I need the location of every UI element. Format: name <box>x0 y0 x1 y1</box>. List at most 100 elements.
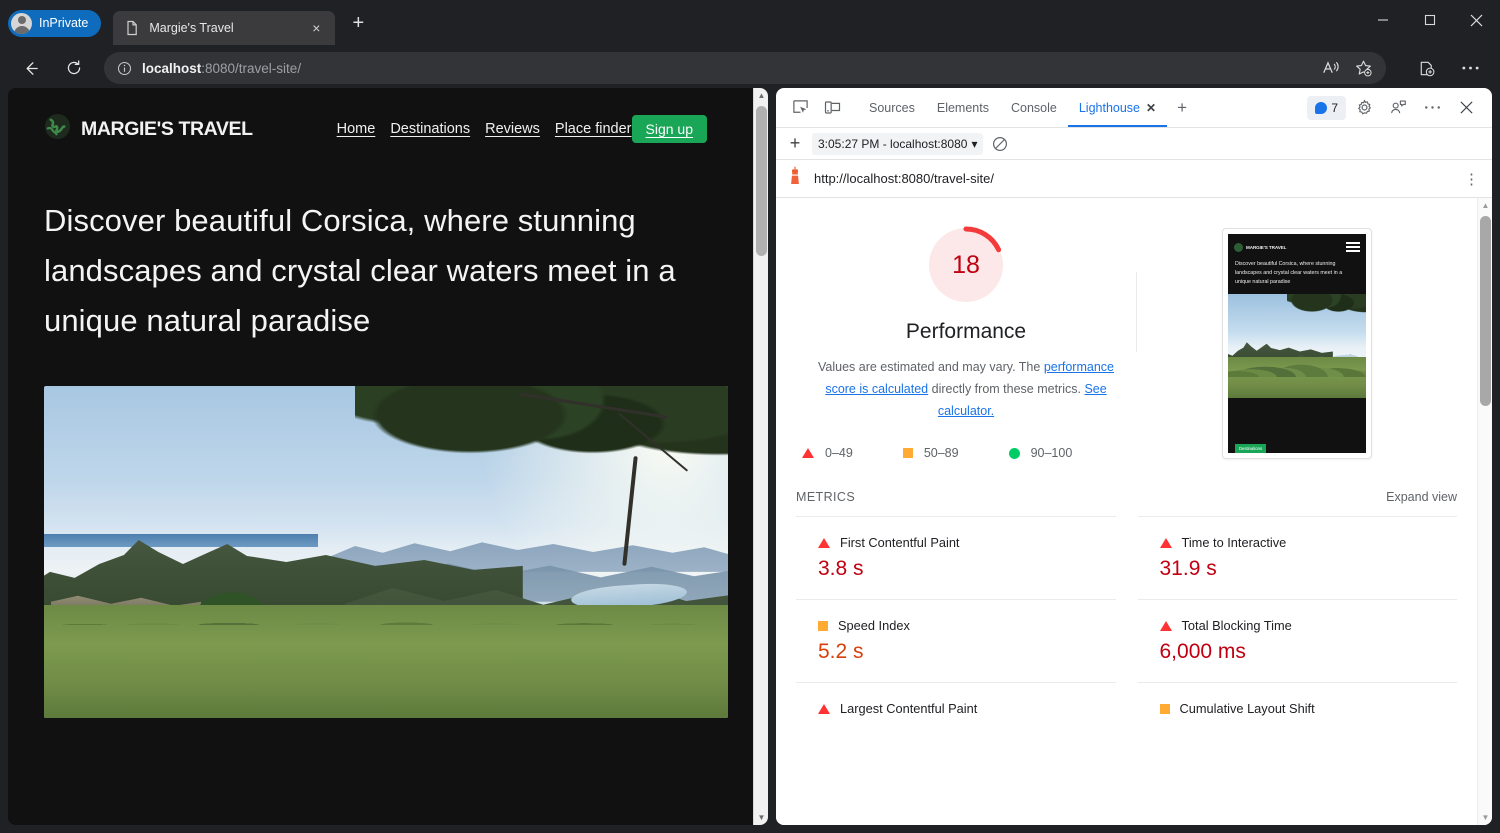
close-icon[interactable]: × <box>305 17 327 39</box>
metric-cumulative-layout-shift[interactable]: Cumulative Layout Shift <box>1138 682 1458 734</box>
hero-image <box>44 386 728 718</box>
tab-elements[interactable]: Elements <box>926 88 1000 127</box>
report-run-selector[interactable]: 3:05:27 PM - localhost:8080 ▾ <box>812 133 983 155</box>
gear-icon[interactable] <box>1350 94 1378 122</box>
lighthouse-icon <box>786 166 804 191</box>
minimize-icon[interactable] <box>1359 0 1406 40</box>
metric-first-contentful-paint[interactable]: First Contentful Paint 3.8 s <box>796 516 1116 599</box>
metric-largest-contentful-paint[interactable]: Largest Contentful Paint <box>796 682 1116 734</box>
more-icon[interactable] <box>1454 52 1486 84</box>
scroll-up-icon[interactable]: ▲ <box>754 88 768 103</box>
issue-icon <box>1315 102 1327 114</box>
lighthouse-report-body: 18 Performance Values are estimated and … <box>776 198 1492 825</box>
globe-icon <box>44 113 71 145</box>
metric-header: Total Blocking Time <box>1160 618 1458 633</box>
legend-range-pass: 90–100 <box>1031 446 1073 460</box>
metric-header: Largest Contentful Paint <box>818 701 1116 716</box>
photo-canopy <box>355 386 728 520</box>
close-window-icon[interactable] <box>1453 0 1500 40</box>
lighthouse-subbar: + 3:05:27 PM - localhost:8080 ▾ <box>776 128 1492 160</box>
square-icon <box>903 448 913 458</box>
report-url-bar: http://localhost:8080/travel-site/ ⋮ <box>776 160 1492 198</box>
report-scroll-area: 18 Performance Values are estimated and … <box>776 198 1477 825</box>
desc-text-2: directly from these metrics. <box>928 382 1084 396</box>
nav-link-reviews[interactable]: Reviews <box>485 121 540 137</box>
legend-item-fail: 0–49 <box>802 446 853 460</box>
new-tab-button[interactable]: + <box>343 8 373 38</box>
triangle-icon <box>1160 621 1172 631</box>
report-url: http://localhost:8080/travel-site/ <box>814 171 1454 186</box>
site-logo[interactable]: MARGIE'S TRAVEL <box>44 113 253 145</box>
square-icon <box>1160 704 1170 714</box>
metric-total-blocking-time[interactable]: Total Blocking Time 6,000 ms <box>1138 599 1458 682</box>
metric-speed-index[interactable]: Speed Index 5.2 s <box>796 599 1116 682</box>
inprivate-indicator[interactable]: InPrivate <box>8 10 101 37</box>
scroll-down-icon[interactable]: ▼ <box>754 810 768 825</box>
new-report-button[interactable]: + <box>782 132 808 156</box>
scroll-down-icon[interactable]: ▼ <box>1478 810 1492 825</box>
kebab-icon[interactable]: ⋮ <box>1464 170 1480 188</box>
performance-score-block: 18 Performance Values are estimated and … <box>796 224 1136 460</box>
metric-header: First Contentful Paint <box>818 535 1116 550</box>
score-legend: 0–49 50–89 90–100 <box>796 446 1136 460</box>
device-toolbar-icon[interactable] <box>818 94 846 122</box>
chevron-down-icon: ▾ <box>971 137 977 151</box>
devtools-scrollbar-thumb[interactable] <box>1480 216 1491 406</box>
legend-item-average: 50–89 <box>903 446 959 460</box>
page-icon <box>124 20 140 36</box>
page-scrollbar[interactable]: ▲ ▼ <box>753 88 768 825</box>
metrics-grid: First Contentful Paint 3.8 s Time to Int… <box>796 516 1457 734</box>
thumb-spacer <box>1228 398 1366 432</box>
back-icon[interactable] <box>14 52 46 84</box>
thumb-canopy <box>1287 294 1366 332</box>
sign-up-button[interactable]: Sign up <box>632 115 707 143</box>
expand-view-button[interactable]: Expand view <box>1386 490 1457 504</box>
address-bar[interactable]: localhost:8080/travel-site/ <box>104 52 1386 84</box>
metric-time-to-interactive[interactable]: Time to Interactive 31.9 s <box>1138 516 1458 599</box>
feedback-icon[interactable] <box>1384 94 1412 122</box>
nav-link-destinations[interactable]: Destinations <box>390 121 470 137</box>
browser-title-bar: InPrivate Margie's Travel × + <box>0 0 1500 46</box>
thumb-heading: Discover beautiful Corsica, where stunni… <box>1228 254 1366 294</box>
web-page-viewport: MARGIE'S TRAVEL Home Destinations Review… <box>8 88 768 825</box>
devtools-scrollbar[interactable]: ▲ ▼ <box>1477 198 1492 825</box>
nav-link-place-finder[interactable]: Place finder <box>555 121 632 137</box>
reload-icon[interactable] <box>58 52 90 84</box>
metric-name: First Contentful Paint <box>840 535 960 550</box>
inspect-element-icon[interactable] <box>786 94 814 122</box>
info-icon[interactable] <box>114 58 134 78</box>
more-icon[interactable] <box>1418 94 1446 122</box>
browser-tab[interactable]: Margie's Travel × <box>113 11 335 45</box>
nav-link-home[interactable]: Home <box>337 121 376 137</box>
tab-sources-label: Sources <box>869 101 915 115</box>
read-aloud-icon[interactable] <box>1316 54 1346 82</box>
devtools-tab-bar: Sources Elements Console Lighthouse ✕ + … <box>776 88 1492 128</box>
triangle-icon <box>818 538 830 548</box>
tab-lighthouse[interactable]: Lighthouse ✕ <box>1068 88 1167 127</box>
issues-badge[interactable]: 7 <box>1307 96 1346 120</box>
devtools-tabs: Sources Elements Console Lighthouse ✕ + <box>858 88 1195 127</box>
add-favorite-icon[interactable] <box>1348 54 1378 82</box>
metric-value: 31.9 s <box>1160 557 1458 581</box>
tab-sources[interactable]: Sources <box>858 88 926 127</box>
collections-icon[interactable] <box>1410 52 1442 84</box>
close-icon[interactable]: ✕ <box>1146 101 1156 115</box>
desc-text-1: Values are estimated and may vary. The <box>818 360 1044 374</box>
travel-site: MARGIE'S TRAVEL Home Destinations Review… <box>8 88 753 825</box>
tab-console[interactable]: Console <box>1000 88 1068 127</box>
maximize-icon[interactable] <box>1406 0 1453 40</box>
close-devtools-icon[interactable] <box>1452 94 1480 122</box>
screenshot-content: MARGIE'S TRAVEL Discover beautiful Corsi… <box>1228 234 1366 453</box>
globe-icon <box>1234 243 1243 252</box>
score-category-title: Performance <box>796 320 1136 344</box>
circle-icon <box>1009 448 1020 459</box>
address-bar-url: localhost:8080/travel-site/ <box>142 61 1316 76</box>
url-host: localhost <box>142 61 201 76</box>
metric-name: Cumulative Layout Shift <box>1180 701 1315 716</box>
clear-icon[interactable] <box>987 132 1013 156</box>
add-panel-button[interactable]: + <box>1169 98 1195 118</box>
page-scrollbar-thumb[interactable] <box>756 106 767 256</box>
thumb-shrub <box>1228 357 1366 399</box>
score-section: 18 Performance Values are estimated and … <box>776 198 1477 460</box>
scroll-up-icon[interactable]: ▲ <box>1478 198 1492 213</box>
